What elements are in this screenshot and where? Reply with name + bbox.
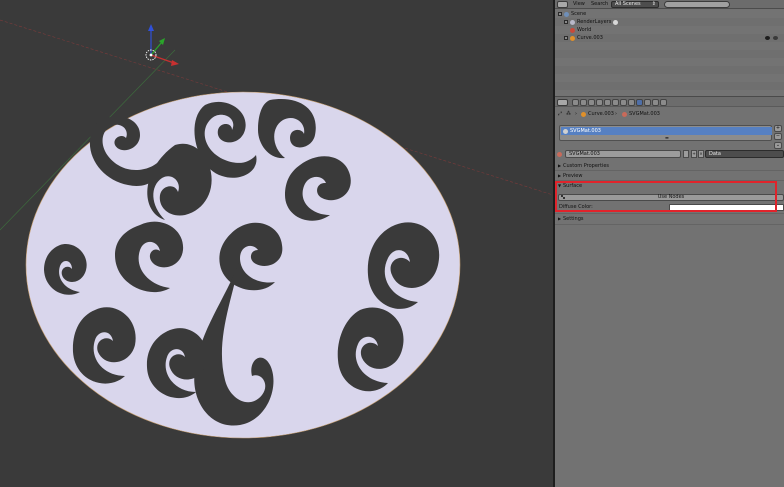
expand-icon[interactable]	[558, 12, 562, 16]
constraints-tab-icon[interactable]	[612, 99, 619, 106]
renderlayers-icon	[570, 19, 575, 25]
transform-manipulator[interactable]	[145, 24, 179, 66]
editor-type-button[interactable]	[557, 1, 568, 8]
tree-item-world[interactable]: World	[555, 26, 784, 34]
tree-item-curve[interactable]: Curve.003	[555, 34, 784, 42]
unlink-icon[interactable]: ×	[698, 150, 704, 158]
modifiers-tab-icon[interactable]	[620, 99, 627, 106]
outliner-search-input[interactable]	[664, 1, 730, 8]
view-menu[interactable]: View	[573, 1, 585, 8]
material-slot-list[interactable]: SVGMat.003 ▬	[559, 125, 772, 141]
render-layers-tab-icon[interactable]	[580, 99, 587, 106]
panel-title: Settings	[563, 216, 584, 222]
world-tab-icon[interactable]	[596, 99, 603, 106]
search-menu[interactable]: Search	[591, 1, 608, 8]
outliner-tree: Scene RenderLayers World Curve.003	[555, 10, 784, 96]
right-panel: View Search All Scenes ⇕ Scene RenderLay…	[555, 0, 784, 487]
material-icon	[622, 111, 627, 117]
collapsed-arrow-icon: ▶	[558, 216, 562, 221]
data-tab-icon[interactable]	[628, 99, 635, 106]
x-axis-handle[interactable]	[150, 54, 175, 64]
outliner-header: View Search All Scenes ⇕	[555, 0, 784, 9]
slot-specials-button[interactable]: ⌄	[774, 142, 782, 149]
tree-item-label: World	[577, 27, 592, 33]
viewport-canvas[interactable]	[0, 0, 553, 487]
texture-tab-icon[interactable]	[644, 99, 651, 106]
tree-item-label: Curve.003	[577, 35, 603, 41]
curve-data-icon: ⁂	[566, 111, 571, 117]
z-arrow-icon[interactable]	[148, 24, 154, 31]
add-slot-button[interactable]: +	[774, 125, 782, 132]
link-data-label: Data	[709, 151, 721, 157]
breadcrumb-material: SVGMat.003	[629, 111, 660, 117]
object-origin-icon	[149, 53, 153, 57]
material-slot-label: SVGMat.003	[570, 128, 601, 134]
fake-user-button[interactable]	[683, 150, 689, 158]
breadcrumb-separator-icon: ›	[615, 111, 617, 117]
eye-icon[interactable]	[765, 36, 770, 40]
expand-icon[interactable]	[564, 36, 568, 40]
curve-object-icon	[581, 111, 586, 117]
link-data-select[interactable]: Data	[705, 150, 784, 158]
material-slot-item[interactable]: SVGMat.003	[561, 127, 772, 135]
surface-highlight-box	[555, 181, 777, 212]
curve-object-icon	[570, 35, 575, 41]
pin-icon[interactable]: ⤢	[558, 108, 562, 120]
object-tab-icon[interactable]	[604, 99, 611, 106]
material-datablock-row: SVGMat.003 + × Data	[555, 150, 784, 159]
outliner: View Search All Scenes ⇕ Scene RenderLay…	[555, 0, 784, 96]
panel-settings[interactable]: ▶ Settings	[555, 214, 784, 224]
breadcrumb-object: Curve.003	[588, 111, 614, 117]
display-mode-label: All Scenes	[615, 1, 641, 7]
breadcrumb-separator-icon: ›	[575, 111, 577, 117]
render-icon	[613, 19, 618, 25]
material-sphere-icon	[563, 128, 568, 134]
material-name-field[interactable]: SVGMat.003	[565, 150, 681, 158]
material-name-value: SVGMat.003	[569, 151, 600, 157]
properties-editor-type-button[interactable]	[557, 99, 568, 106]
chevron-updown-icon: ⇕	[651, 1, 656, 7]
particles-tab-icon[interactable]	[652, 99, 659, 106]
scene-tab-icon[interactable]	[588, 99, 595, 106]
y-axis-handle[interactable]	[150, 41, 163, 56]
render-tab-icon[interactable]	[572, 99, 579, 106]
display-mode-select[interactable]: All Scenes ⇕	[611, 1, 659, 8]
x-arrow-icon[interactable]	[171, 60, 179, 66]
divider	[555, 224, 784, 225]
tree-item-label: RenderLayers	[577, 19, 612, 25]
tree-item-renderlayers[interactable]: RenderLayers	[555, 18, 784, 26]
tree-item-scene[interactable]: Scene	[555, 10, 784, 18]
browse-material-icon[interactable]	[557, 151, 562, 157]
scene-icon	[564, 11, 569, 17]
blender-window: View Search All Scenes ⇕ Scene RenderLay…	[0, 0, 784, 487]
world-icon	[570, 27, 575, 33]
material-tab-icon[interactable]	[636, 99, 643, 106]
expand-icon[interactable]	[564, 20, 568, 24]
svg-curve-object[interactable]	[25, 91, 461, 439]
3d-viewport[interactable]	[0, 0, 553, 487]
tree-item-label: Scene	[571, 11, 587, 17]
resize-grip-icon[interactable]: ▬	[665, 135, 669, 140]
cursor-select-icon[interactable]	[773, 36, 778, 40]
new-material-icon[interactable]: +	[691, 150, 697, 158]
remove-slot-button[interactable]: −	[774, 133, 782, 140]
breadcrumb: ⤢ ⁂ › Curve.003 › SVGMat.003	[555, 108, 784, 120]
physics-tab-icon[interactable]	[660, 99, 667, 106]
properties-header	[555, 96, 784, 107]
